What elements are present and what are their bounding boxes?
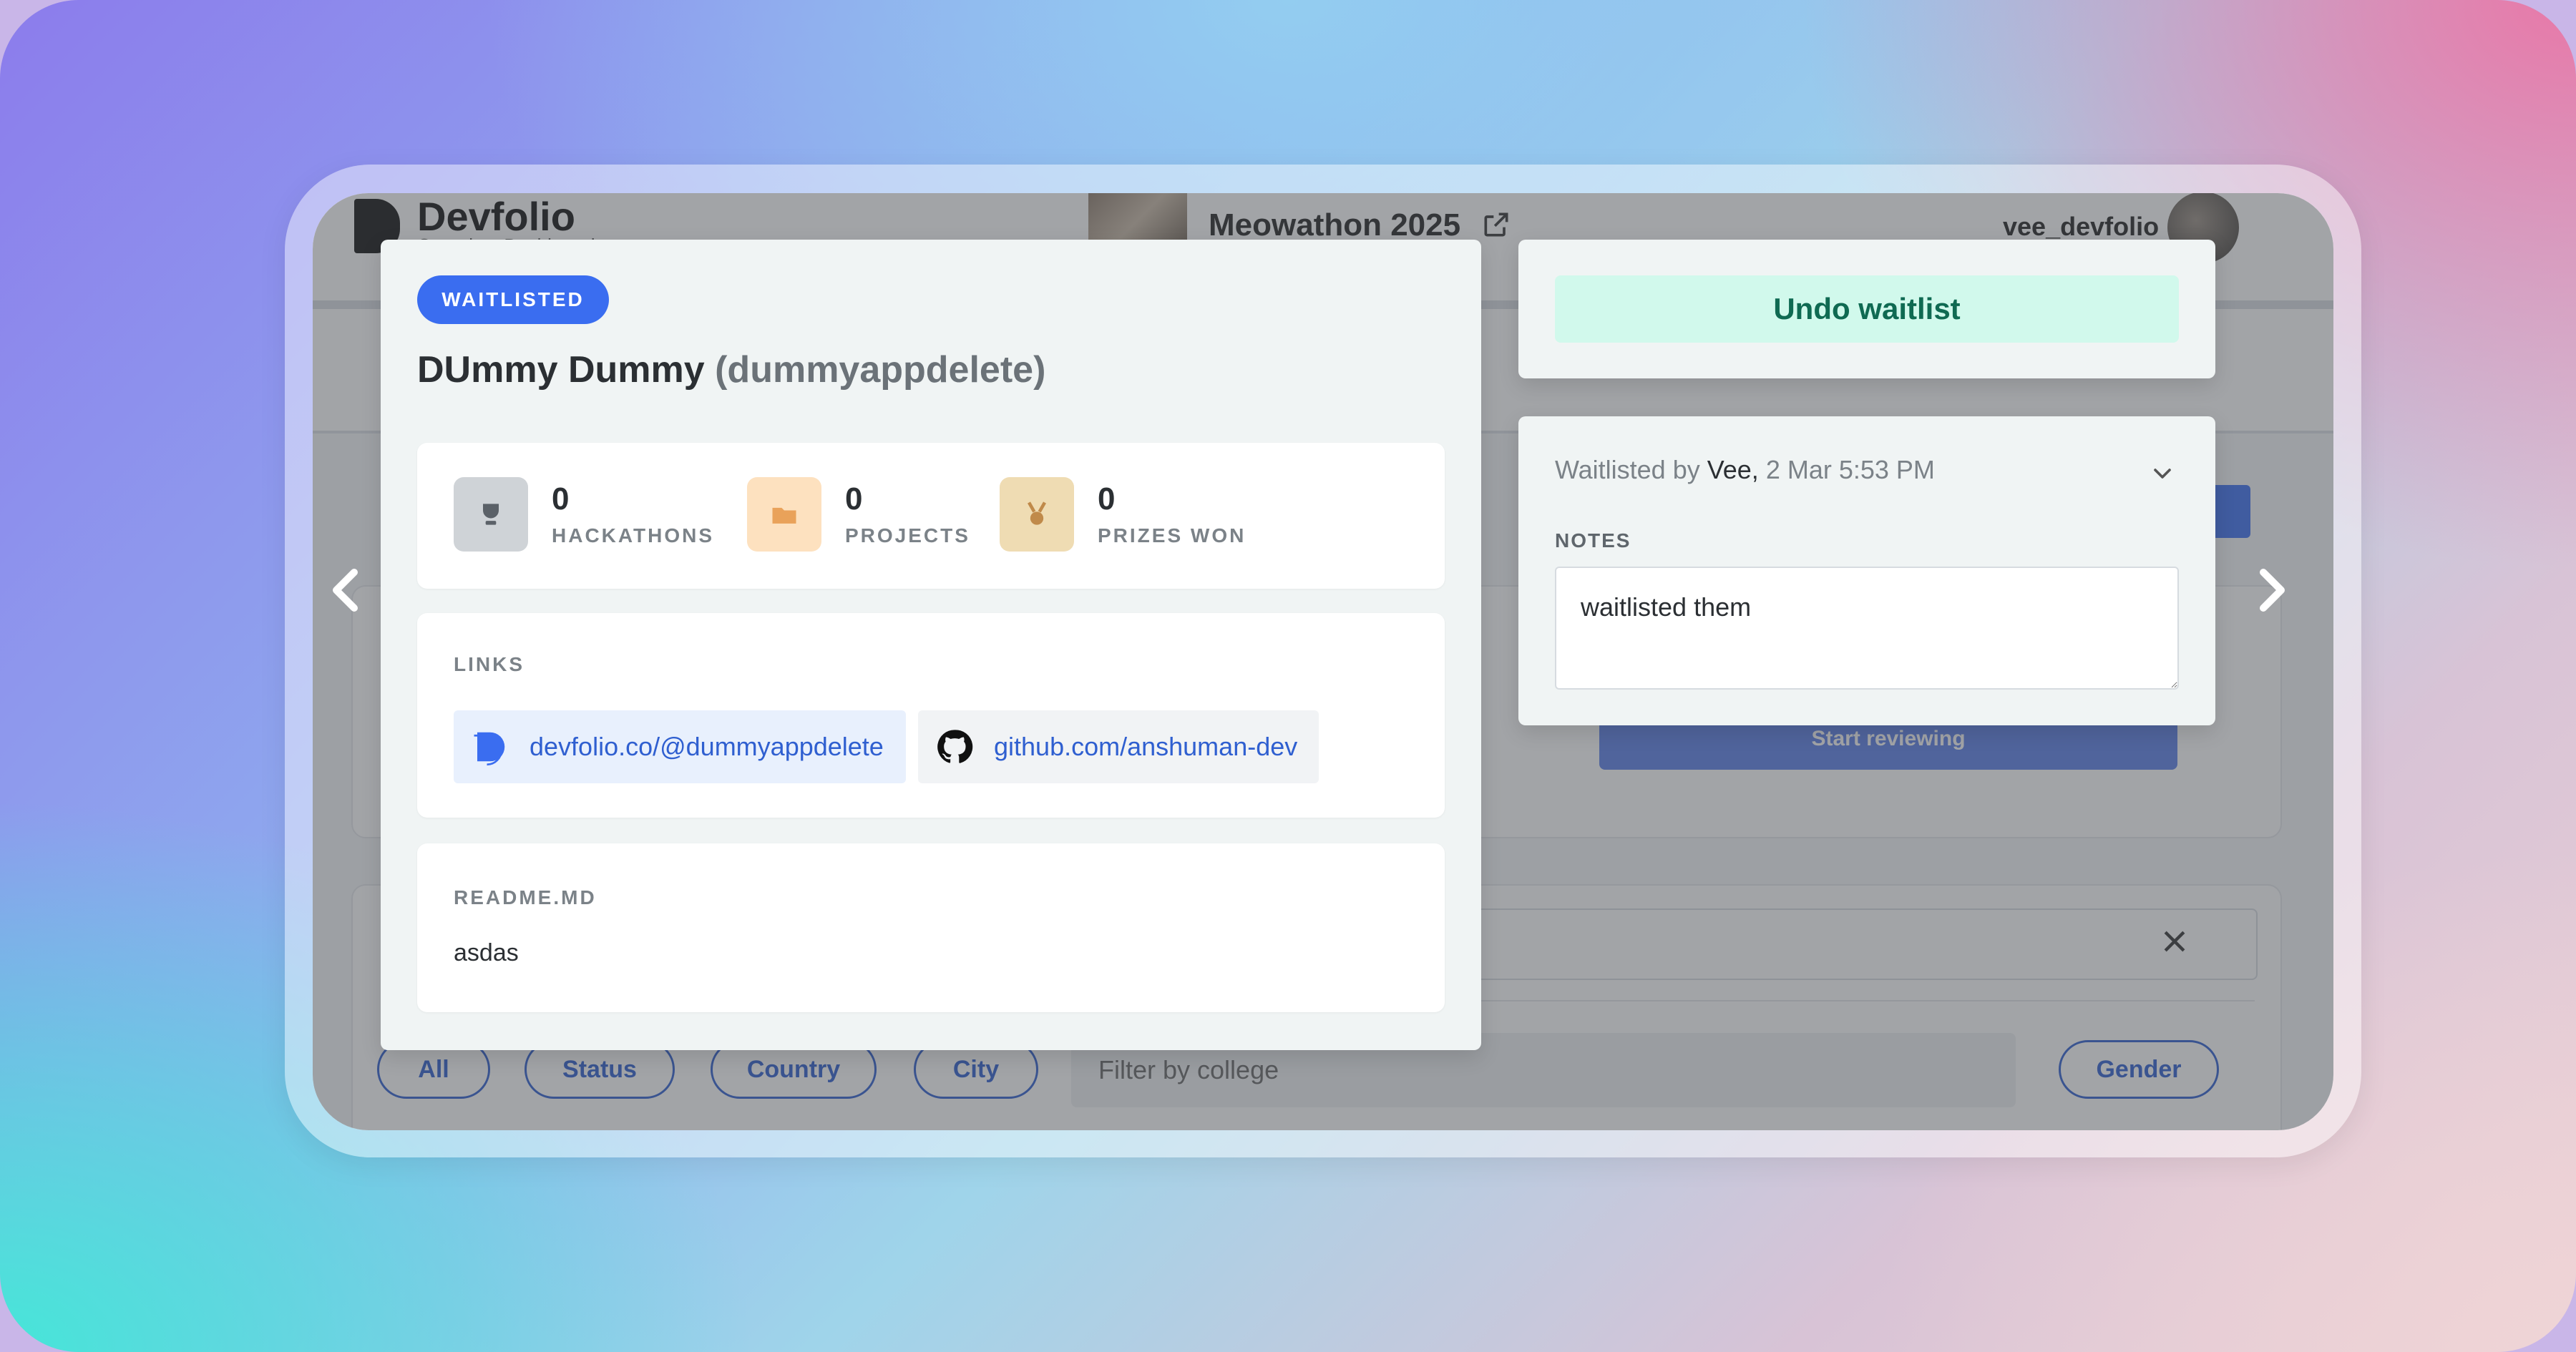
trophy-icon [454, 477, 528, 552]
undo-waitlist-button[interactable]: Undo waitlist [1555, 275, 2179, 343]
applicant-handle: (dummyappdelete) [715, 349, 1046, 391]
links-label: LINKS [454, 653, 525, 675]
notes-field[interactable]: waitlisted them [1555, 567, 2179, 690]
readme-label: README.MD [454, 886, 597, 908]
reviewer-name: Vee, [1707, 455, 1759, 484]
review-panel: Waitlisted by Vee, 2 Mar 5:53 PM NOTES w… [1518, 416, 2215, 725]
applicant-panel: WAITLISTED DUmmy Dummy (dummyappdelete) … [381, 240, 1481, 1050]
applicant-full-name: DUmmy Dummy [417, 349, 705, 391]
actions-panel: Undo waitlist [1518, 240, 2215, 378]
readme-card: README.MD asdas [417, 843, 1445, 1012]
prizes-label: PRIZES WON [1098, 524, 1246, 547]
readme-content: asdas [454, 939, 519, 966]
waitlisted-by-prefix: Waitlisted by [1555, 455, 1707, 484]
chevron-left-icon[interactable] [326, 558, 369, 622]
folder-icon [747, 477, 821, 552]
applicant-name: DUmmy Dummy (dummyappdelete) [417, 348, 1045, 391]
prizes-count: 0 [1098, 481, 1116, 516]
chevron-down-icon[interactable] [2148, 459, 2177, 488]
projects-label: PROJECTS [845, 524, 970, 547]
devfolio-link-text: devfolio.co/@dummyappdelete [530, 732, 884, 761]
stats-card: 0 HACKATHONS 0 PROJECTS 0 PRIZES WON [417, 443, 1445, 589]
github-link[interactable]: github.com/anshuman-dev [918, 710, 1319, 783]
links-card: LINKS devfolio.co/@dummyappdelete github… [417, 613, 1445, 818]
projects-count: 0 [845, 481, 863, 516]
hackathons-label: HACKATHONS [552, 524, 715, 547]
devfolio-link[interactable]: devfolio.co/@dummyappdelete [454, 710, 906, 783]
waitlisted-by-line: Waitlisted by Vee, 2 Mar 5:53 PM [1555, 455, 1935, 485]
review-timestamp: 2 Mar 5:53 PM [1758, 455, 1935, 484]
hackathons-count: 0 [552, 481, 570, 516]
chevron-right-icon[interactable] [2249, 558, 2292, 622]
github-icon [935, 728, 974, 766]
medal-icon [1000, 477, 1074, 552]
status-badge: WAITLISTED [417, 275, 609, 324]
github-link-text: github.com/anshuman-dev [994, 732, 1298, 761]
devfolio-icon [471, 728, 509, 766]
notes-label: NOTES [1555, 529, 1631, 552]
